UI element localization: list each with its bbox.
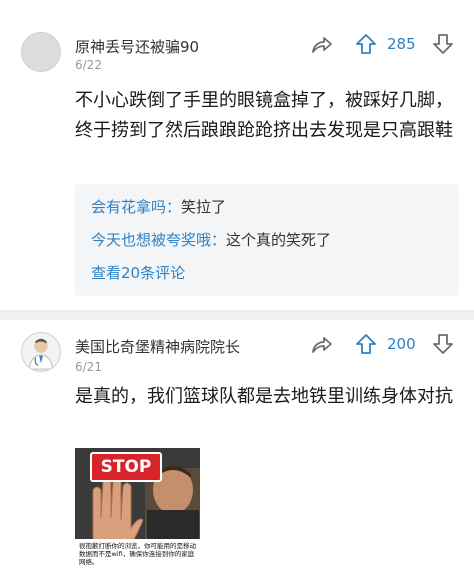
reply-preview[interactable]: 会有花拿吗：笑拉了 今天也想被夸奖哦：这个真的笑死了 查看20条评论	[75, 184, 459, 296]
comment-2: 美国比奇堡精神病院院长 6/21 200 是真的，我们篮球队都是去地铁里训练身体…	[0, 320, 474, 579]
username[interactable]: 美国比奇堡精神病院院长	[75, 336, 240, 357]
reply-item[interactable]: 会有花拿吗：笑拉了	[91, 196, 226, 217]
avatar[interactable]	[21, 332, 61, 372]
stop-sign: STOP	[90, 452, 162, 482]
divider	[0, 310, 474, 320]
view-more-replies-link[interactable]: 查看20条评论	[91, 262, 185, 283]
comment-1: 原神丢号还被骗90 6/22 285 不小心跌倒了手里的眼镜盒掉了，被踩好几脚，…	[0, 0, 474, 310]
meme-caption: 很抱歉打断你的浏览，你可能用的是移动数据而不是wifi，确保你连接到你的家庭网络…	[75, 539, 200, 579]
upvote-icon[interactable]	[355, 33, 377, 55]
reply-text: 笑拉了	[181, 198, 227, 216]
comment-text: 不小心跌倒了手里的眼镜盒掉了，被踩好几脚，终于捞到了然后踉踉跄跄挤出去发现是只高…	[75, 90, 453, 141]
reply-text: 这个真的笑死了	[226, 231, 332, 249]
username[interactable]: 原神丢号还被骗90	[75, 36, 199, 57]
reply-username[interactable]: 会有花拿吗：	[91, 198, 181, 216]
like-count: 200	[387, 335, 416, 353]
avatar[interactable]	[21, 32, 61, 72]
downvote-icon[interactable]	[432, 333, 454, 355]
comment-date: 6/22	[75, 58, 102, 72]
comment-actions: 200	[311, 333, 454, 355]
like-count: 285	[387, 35, 416, 53]
comment-text: 是真的，我们篮球队都是去地铁里训练身体对抗	[75, 386, 453, 407]
reply-item[interactable]: 今天也想被夸奖哦：这个真的笑死了	[91, 229, 331, 250]
comment-date: 6/21	[75, 360, 102, 374]
meme-image[interactable]: STOP 很抱歉打断你的浏览，你可能用的是移动数据而不是wifi，确保你连接到你…	[75, 448, 200, 579]
doctor-avatar-icon	[29, 338, 53, 370]
share-icon[interactable]	[311, 33, 333, 55]
upvote-icon[interactable]	[355, 333, 377, 355]
share-icon[interactable]	[311, 333, 333, 355]
reply-username[interactable]: 今天也想被夸奖哦：	[91, 231, 226, 249]
comment-actions: 285	[311, 33, 454, 55]
downvote-icon[interactable]	[432, 33, 454, 55]
